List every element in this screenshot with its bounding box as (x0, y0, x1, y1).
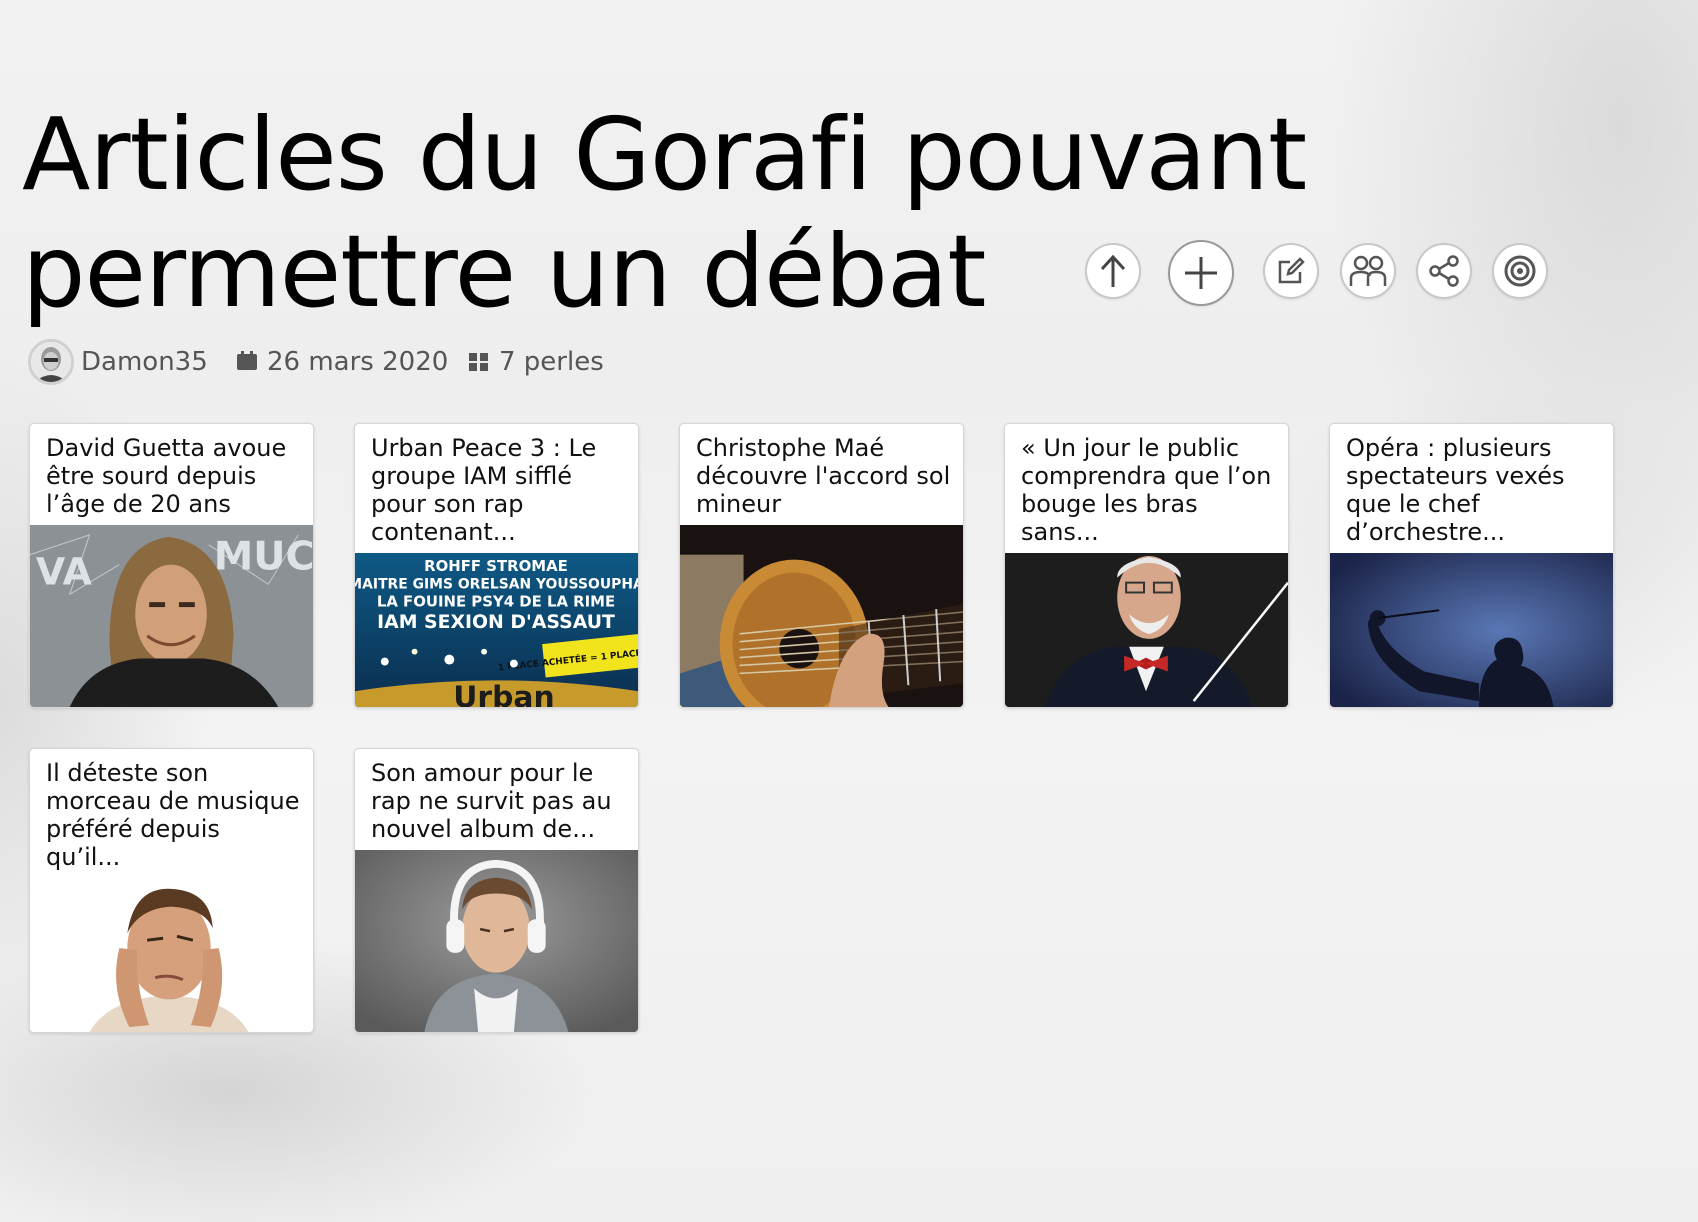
collection-date: 26 mars 2020 (267, 347, 449, 377)
card-title: David Guetta avoue être sourd depuis l’â… (46, 434, 287, 518)
collection-toolbar (1085, 240, 1555, 307)
follow-button[interactable] (1492, 243, 1548, 299)
author-name[interactable]: Damon35 (81, 347, 208, 377)
pearl-count: 7 perles (499, 347, 604, 377)
add-button[interactable] (1168, 240, 1234, 306)
card-title: « Un jour le public comprendra que l’on … (1021, 434, 1272, 546)
card-title: Son amour pour le rap ne survit pas au n… (371, 759, 612, 843)
poster-line-4: IAM SEXION D'ASSAUT (377, 612, 615, 633)
card-title: Urban Peace 3 : Le groupe IAM sifflé pou… (371, 434, 597, 546)
pearl-card[interactable]: Il déteste son morceau de musique préfér… (29, 748, 314, 1033)
card-image: VA MUCH (30, 525, 313, 707)
card-title: Christophe Maé découvre l'accord sol min… (696, 434, 951, 518)
card-title: Il déteste son morceau de musique préfér… (46, 759, 300, 871)
title-line-1: Articles du Gorafi pouvant (22, 96, 1307, 213)
orchestra-image (1330, 553, 1613, 707)
card-image (30, 879, 313, 1032)
card-title: Opéra : plusieurs spectateurs vexés que … (1346, 434, 1565, 546)
poster-image: ROHFF STROMAE MAITRE GIMS ORELSAN YOUSSO… (355, 553, 638, 707)
back-to-top-button[interactable] (1085, 243, 1141, 299)
pearl-card[interactable]: Opéra : plusieurs spectateurs vexés que … (1329, 423, 1614, 708)
add-icon (1185, 257, 1217, 289)
pearl-card[interactable]: David Guetta avoue être sourd depuis l’â… (29, 423, 314, 708)
headphones-image (355, 850, 638, 1032)
pearl-card[interactable]: « Un jour le public comprendra que l’on … (1004, 423, 1289, 708)
grid-icon (469, 353, 488, 371)
card-image (680, 525, 963, 707)
edit-icon (1278, 257, 1305, 284)
pearl-card[interactable]: Son amour pour le rap ne survit pas au n… (354, 748, 639, 1033)
back-to-top-icon (1100, 254, 1126, 287)
avatar-portrait (31, 342, 71, 382)
poster-line-1: ROHFF STROMAE (424, 557, 568, 575)
follow-icon (1504, 255, 1536, 287)
share-icon (1429, 255, 1459, 287)
author-avatar[interactable] (28, 339, 74, 385)
members-button[interactable] (1340, 243, 1396, 299)
card-image (355, 850, 638, 1032)
photo-bg-text-left: VA (36, 549, 92, 593)
ears-image (30, 879, 313, 1032)
share-button[interactable] (1416, 243, 1472, 299)
conductor-image (1005, 553, 1288, 707)
pearl-card[interactable]: Christophe Maé découvre l'accord sol min… (679, 423, 964, 708)
photo-bg-text-right: MUCH (214, 534, 313, 580)
calendar-icon (237, 351, 257, 370)
members-icon (1349, 255, 1387, 286)
card-image (1330, 553, 1613, 707)
card-image (1005, 553, 1288, 707)
pearl-card[interactable]: Urban Peace 3 : Le groupe IAM sifflé pou… (354, 423, 639, 708)
edit-button[interactable] (1263, 243, 1319, 299)
poster-line-2: MAITRE GIMS ORELSAN YOUSSOUPHA (355, 577, 638, 593)
card-image: ROHFF STROMAE MAITRE GIMS ORELSAN YOUSSO… (355, 553, 638, 707)
portrait-image: VA MUCH (30, 525, 313, 707)
poster-brand: Urban (453, 680, 554, 707)
poster-line-3: LA FOUINE PSY4 DE LA RIME (377, 592, 615, 610)
guitar-image (680, 525, 963, 707)
